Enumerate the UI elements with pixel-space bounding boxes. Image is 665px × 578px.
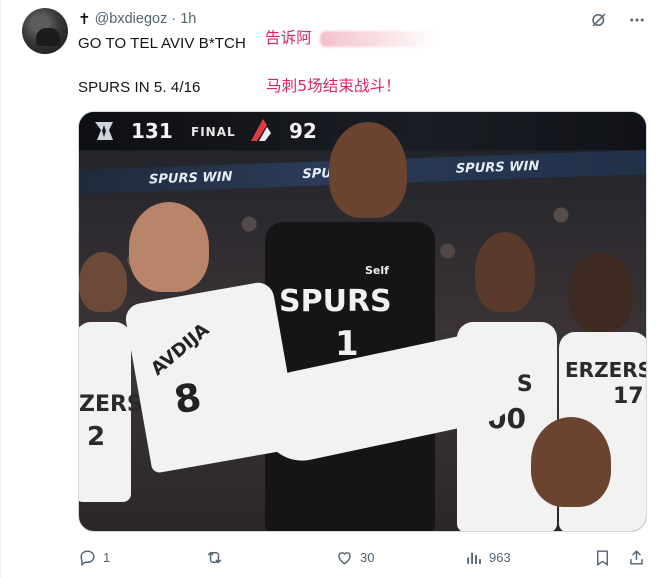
tweet-header: ✝ @bxdiegoz · 1h: [78, 10, 196, 28]
timeline-border: [0, 0, 1, 578]
player-left-head: [79, 252, 127, 312]
views-icon: [467, 552, 481, 564]
view-count: 963: [489, 549, 511, 565]
author-symbol: ✝: [78, 11, 91, 28]
tweet-top-actions: [589, 10, 647, 30]
jersey-left-back-text: ZERS: [79, 392, 143, 417]
bookmark-icon: [597, 549, 608, 566]
reply-count: 1: [103, 549, 111, 565]
reply-icon: [80, 549, 95, 566]
player-right1-head: [475, 232, 535, 312]
like-icon: [338, 551, 351, 565]
away-score: 92: [289, 119, 317, 143]
retweet-button[interactable]: [205, 546, 230, 568]
avatar-shape-2: [36, 28, 60, 46]
ribbon-text-3: SPURS WIN: [455, 158, 540, 177]
blazers-logo-icon: [251, 119, 271, 141]
retweet-icon: [207, 551, 222, 563]
tweet-text-line2: SPURS IN 5. 4/16: [78, 79, 201, 96]
spurs-logo-icon: [95, 122, 113, 140]
jersey-center-text: SPURS: [279, 284, 392, 319]
home-score: 131: [131, 119, 173, 143]
more-icon[interactable]: [627, 10, 647, 30]
player-bottom-right-head: [531, 417, 611, 507]
player-right2-head: [569, 252, 633, 332]
tweet-media-photo[interactable]: 131 FINAL 92 SPURS WIN SPURS WIN SPURS W…: [78, 111, 647, 532]
translation-line2: 马刺5场结束战斗！: [266, 77, 401, 95]
jersey-carried-number: 8: [170, 374, 205, 423]
player-left-jersey: ZERS 2: [79, 322, 143, 502]
ribbon-text-1: SPURS WIN: [149, 169, 233, 187]
tweet-text-line1: GO TO TEL AVIV B*TCH: [78, 35, 246, 52]
grok-icon[interactable]: [589, 10, 609, 30]
views-button[interactable]: 963: [464, 546, 511, 568]
like-button[interactable]: 30: [335, 546, 374, 568]
tweet-action-bar: 1 30 963: [78, 546, 647, 568]
share-icon: [630, 549, 643, 565]
jersey-sponsor: Self: [365, 264, 389, 277]
like-count: 30: [360, 549, 375, 565]
jersey-right2-text: ERZERS: [565, 358, 647, 382]
header-separator: ·: [171, 11, 177, 27]
tweet-time[interactable]: 1h: [180, 11, 196, 27]
redacted-blur: [320, 31, 440, 47]
game-status: FINAL: [191, 125, 236, 139]
player-carried-head: [129, 202, 209, 292]
bookmark-button[interactable]: [593, 546, 612, 568]
jersey-carried-name: AVDIJA: [147, 319, 214, 380]
player-center-head: [329, 122, 407, 218]
jersey-right2-number: 17: [613, 384, 644, 409]
avatar[interactable]: [22, 8, 68, 54]
share-button[interactable]: [627, 546, 646, 568]
author-handle[interactable]: @bxdiegoz: [95, 11, 168, 27]
reply-button[interactable]: 1: [78, 546, 110, 568]
jersey-left-back-number: 2: [87, 422, 106, 452]
translation-line1: 告诉阿: [265, 29, 312, 47]
